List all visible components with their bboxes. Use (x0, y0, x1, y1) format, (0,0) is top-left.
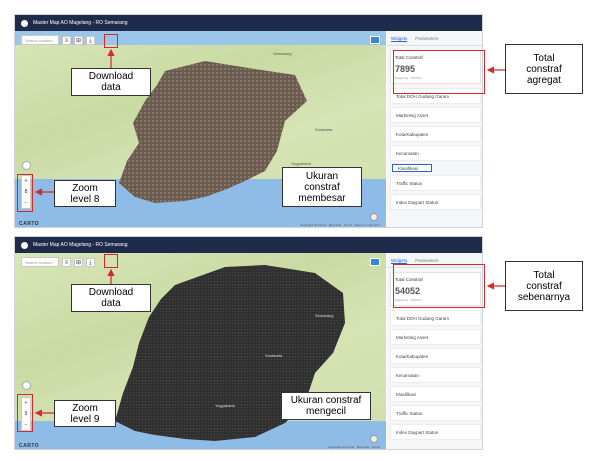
callout-download-1: Download data (71, 68, 151, 96)
callout-total-2: Total constraf sebenarnya (505, 261, 583, 311)
callout-download-2: Download data (71, 284, 151, 312)
callout-total-1: Total constraf agregat (505, 44, 583, 94)
callout-size-1: Ukuran constraf membesar (282, 167, 362, 207)
callout-zoom-2: Zoom level 9 (54, 400, 116, 427)
callout-size-2: Ukuran constraf mengecil (281, 392, 371, 420)
callout-zoom-1: Zoom level 8 (54, 180, 116, 207)
